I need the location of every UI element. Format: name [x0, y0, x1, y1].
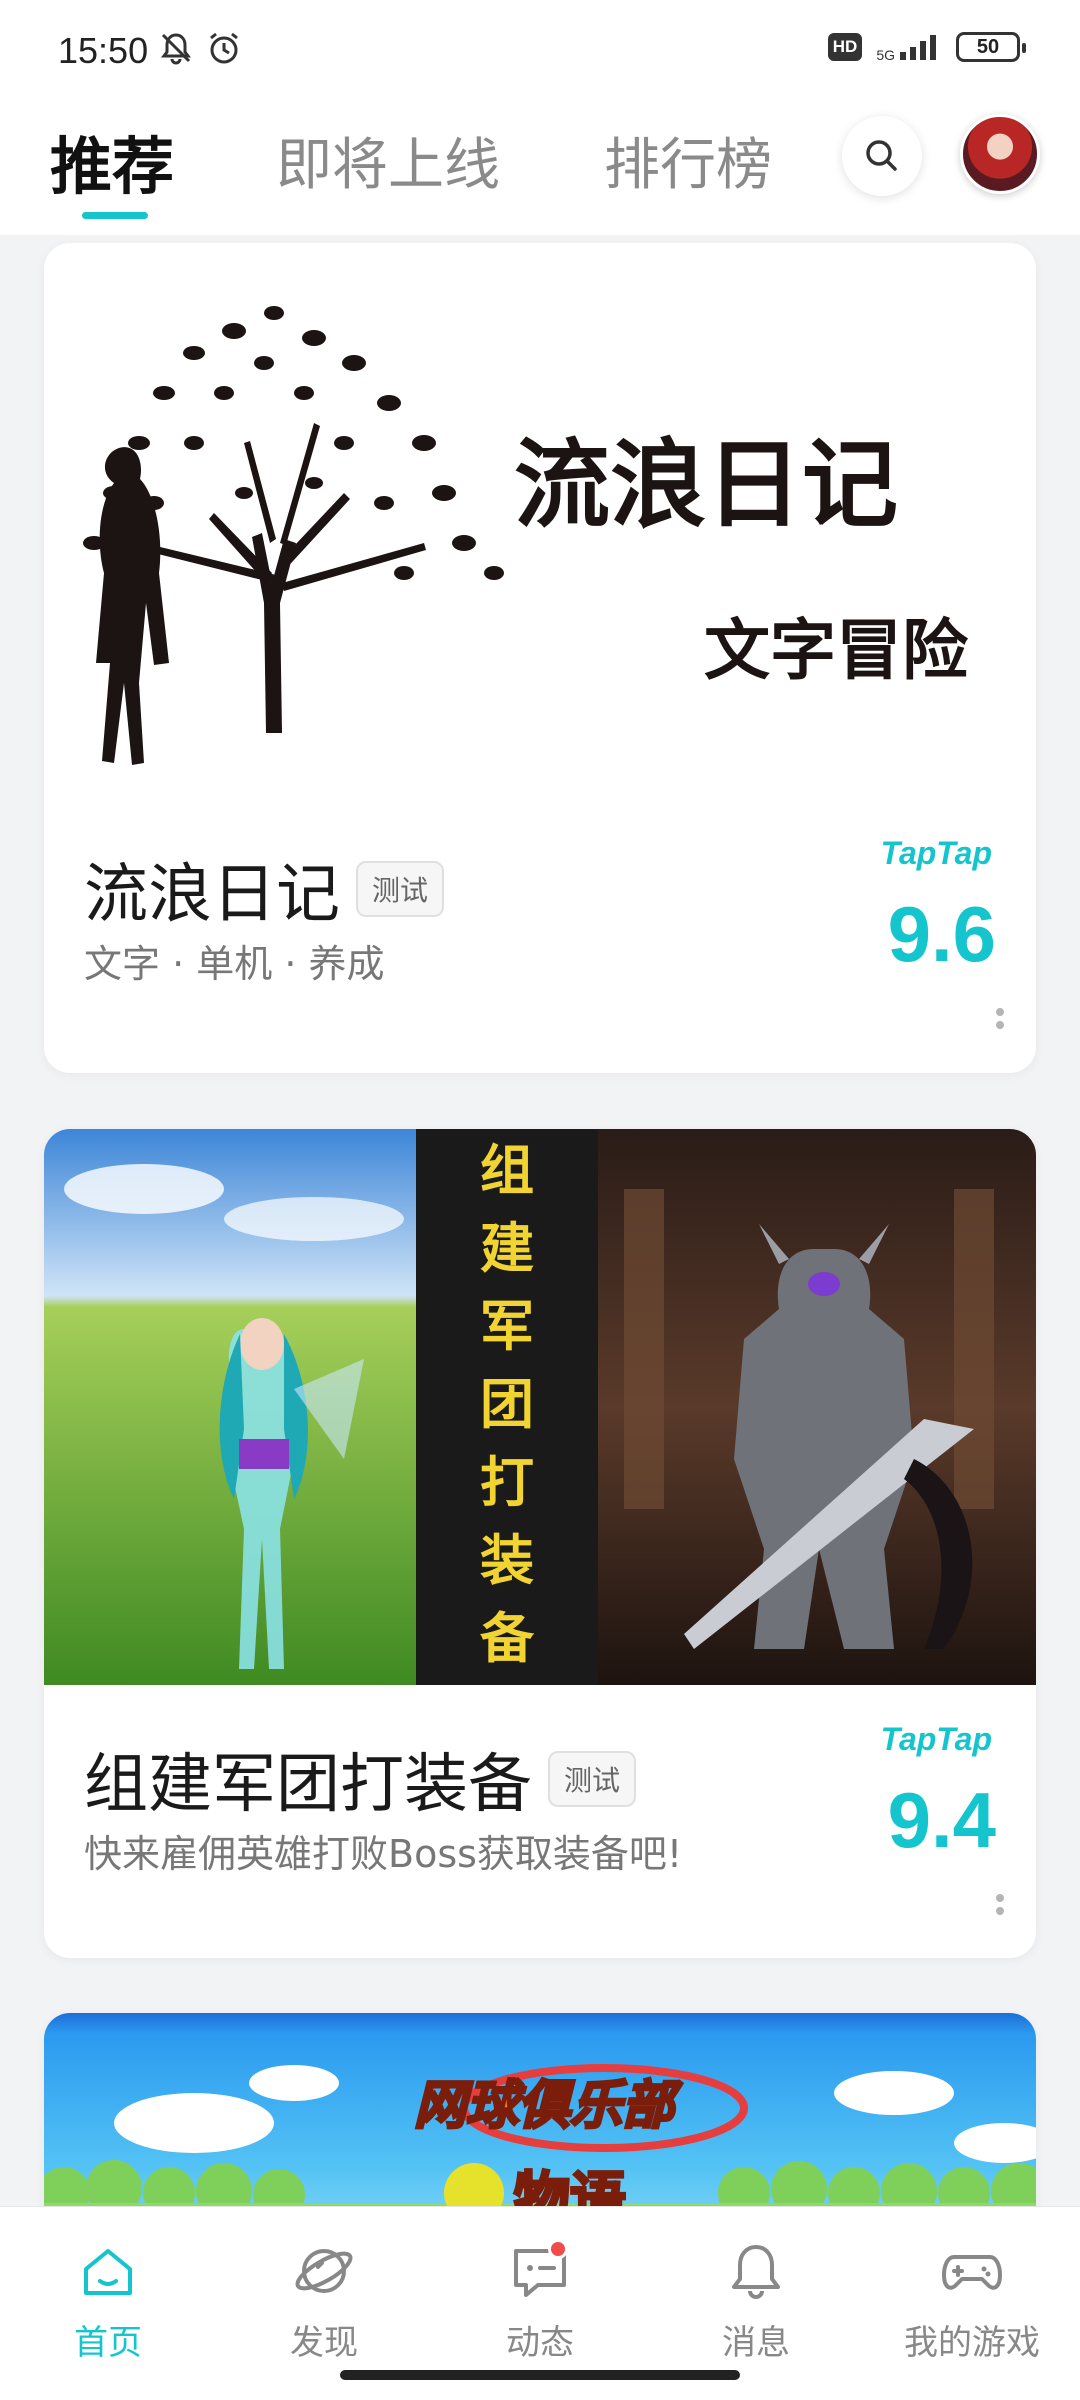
rating-score: 9.6: [887, 890, 996, 978]
game-description: 快来雇佣英雄打败Boss获取装备吧!: [84, 1832, 683, 1876]
banner-logo-line1: 网球俱乐部: [414, 2076, 683, 2136]
more-options-button[interactable]: [996, 1003, 1006, 1034]
home-icon: [84, 2249, 132, 2295]
banner-char: 军: [480, 1295, 534, 1358]
more-options-button[interactable]: [996, 1889, 1006, 1920]
banner-char: 团: [480, 1373, 534, 1436]
nav-my-games[interactable]: 我的游戏: [872, 2239, 1072, 2364]
nav-label: 消息: [722, 2323, 790, 2363]
banner-char: 打: [480, 1451, 534, 1514]
nav-label: 我的游戏: [904, 2323, 1040, 2363]
game-title: 组建军团打装备: [84, 1748, 532, 1822]
notification-dot: [548, 2239, 568, 2259]
top-tab-bar: 推荐 即将上线 排行榜: [0, 100, 1080, 235]
user-avatar[interactable]: [960, 114, 1040, 194]
game-title: 流浪日记: [84, 858, 340, 932]
banner-char: 建: [480, 1217, 534, 1280]
tab-rankings[interactable]: 排行榜: [604, 120, 772, 201]
hd-icon: HD: [827, 33, 863, 61]
home-indicator[interactable]: [340, 2370, 740, 2380]
taptap-logo: TapTap: [880, 835, 992, 871]
banner-title: 流浪日记: [514, 429, 898, 541]
game-card[interactable]: 流浪日记 文字冒险 流浪日记 测试 文字 · 单机 · 养成 TapTap 9.…: [44, 243, 1036, 1073]
battery-level: 50: [976, 35, 1000, 58]
search-button[interactable]: [842, 116, 922, 196]
tab-coming-soon[interactable]: 即将上线: [276, 120, 500, 201]
nav-discover[interactable]: 发现: [224, 2239, 424, 2364]
alarm-icon: [210, 32, 238, 64]
banner-subtitle: 文字冒险: [704, 612, 969, 689]
search-icon: [866, 140, 897, 171]
signal-icon: 5G: [876, 32, 942, 62]
active-tab-indicator: [82, 212, 148, 219]
network-type: 5G: [876, 47, 895, 63]
gamepad-icon: [942, 2255, 1002, 2290]
feed-icon: [508, 2239, 572, 2303]
game-banner-image: 组 建 军 团 打 装 备: [44, 1129, 1036, 1685]
nav-feed[interactable]: 动态: [440, 2239, 640, 2364]
status-badge: 测试: [548, 1751, 637, 1807]
status-badge: 测试: [356, 861, 445, 917]
banner-char: 组: [480, 1139, 534, 1202]
nav-messages[interactable]: 消息: [656, 2239, 856, 2364]
game-title-row: 组建军团打装备 测试: [84, 1733, 637, 1825]
status-bar: 15:50 HD 5G 50: [0, 0, 1080, 100]
battery-icon: 50: [956, 32, 1026, 62]
tab-recommended[interactable]: 推荐: [50, 116, 174, 206]
game-banner-image: 流浪日记 文字冒险: [44, 243, 1036, 803]
game-title-row: 流浪日记 测试: [84, 843, 445, 935]
banner-char: 备: [480, 1607, 535, 1670]
nav-home[interactable]: 首页: [8, 2239, 208, 2364]
mute-bell-icon: [161, 33, 191, 65]
rating-score: 9.4: [887, 1776, 996, 1864]
taptap-logo: TapTap: [880, 1721, 992, 1757]
game-card[interactable]: 组 建 军 团 打 装 备 组建军团打装备 测试 快来雇佣英雄打败Boss获取装…: [44, 1129, 1036, 1958]
discover-icon: [295, 2249, 353, 2293]
status-time: 15:50: [58, 30, 149, 71]
nav-label: 动态: [506, 2323, 574, 2363]
bell-icon: [732, 2245, 780, 2299]
nav-label: 首页: [74, 2323, 142, 2363]
game-genres: 文字 · 单机 · 养成: [84, 942, 385, 986]
nav-label: 发现: [290, 2323, 358, 2363]
banner-char: 装: [480, 1529, 534, 1592]
